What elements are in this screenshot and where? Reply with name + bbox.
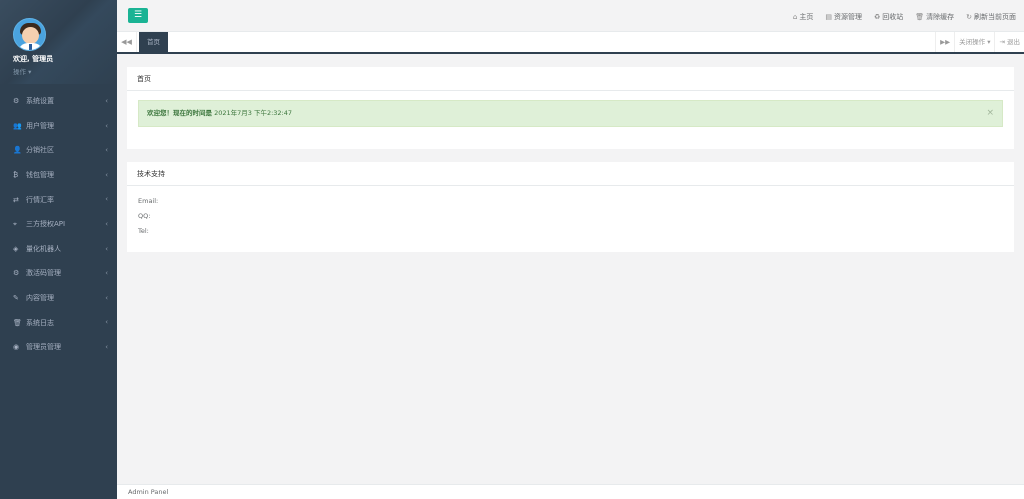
sidebar-item-api[interactable]: ⌖ 三方授权API ‹: [0, 212, 117, 237]
bitcoin-icon: ₿: [13, 171, 19, 180]
user-icon: 👤: [13, 146, 22, 155]
sidebar-item-label: 量化机器人: [26, 244, 61, 253]
chevron-left-icon: ‹: [105, 170, 108, 179]
diamond-icon: ◈: [13, 244, 19, 253]
support-email: Email:: [138, 197, 159, 205]
welcome-alert: 欢迎您！现在的时间是 2021年7月3 下午2:32:47 ×: [138, 100, 1003, 127]
top-link-label: 清除缓存: [926, 13, 955, 21]
chevron-left-icon: ‹: [105, 244, 108, 253]
support-info: Email: QQ: Tel:: [127, 186, 1014, 239]
sidebar-item-label: 激活码管理: [26, 269, 61, 278]
top-bar: ☰ ⌂ 主页 ▤ 资源管理 ♻ 回收站 🗑 清除缓存 ↻ 刷新当前页面: [117, 0, 1024, 32]
alert-time: 2021年7月3 下午2:32:47: [212, 109, 293, 117]
sidebar-item-label: 用户管理: [26, 121, 54, 130]
sidebar-item-exchange-rate[interactable]: ⇄ 行情汇率 ‹: [0, 187, 117, 212]
sidebar-item-label: 行情汇率: [26, 195, 54, 204]
top-link-recycle-bin[interactable]: ♻ 回收站: [874, 12, 903, 22]
logout-button[interactable]: ⇥ 退出: [994, 32, 1024, 52]
user-circle-icon: ◉: [13, 343, 20, 352]
top-links: ⌂ 主页 ▤ 资源管理 ♻ 回收站 🗑 清除缓存 ↻ 刷新当前页面: [793, 12, 1016, 22]
sidebar-item-admin[interactable]: ◉ 管理员管理 ‹: [0, 335, 117, 360]
sidebar-item-user-management[interactable]: 👥 用户管理 ‹: [0, 114, 117, 139]
tab-home[interactable]: 首页: [139, 32, 168, 52]
top-link-refresh[interactable]: ↻ 刷新当前页面: [966, 12, 1016, 22]
welcome-text: 欢迎, 管理员: [13, 55, 54, 63]
exchange-icon: ⇄: [13, 195, 19, 204]
sidebar-item-label: 内容管理: [26, 294, 54, 303]
chevron-left-icon: ‹: [105, 97, 108, 105]
alert-text: 欢迎您！现在的时间是: [147, 109, 212, 117]
gears-icon: ⚙: [13, 97, 20, 106]
tab-scroll-left-button[interactable]: ◀◀: [117, 32, 137, 52]
chevron-left-icon: ‹: [105, 269, 108, 278]
crosshair-icon: ⌖: [13, 219, 17, 228]
top-link-label: 主页: [799, 13, 814, 21]
sidebar-item-quant-robot[interactable]: ◈ 量化机器人 ‹: [0, 237, 117, 262]
sidebar-item-label: 管理员管理: [26, 343, 61, 352]
gear-icon: ⚙: [13, 269, 20, 278]
sidebar-item-system-settings[interactable]: ⚙ 系统设置 ‹: [0, 89, 117, 114]
profile-panel: 欢迎, 管理员 操作 ▾: [0, 0, 117, 84]
sidebar-item-content[interactable]: ✎ 内容管理 ‹: [0, 286, 117, 311]
trash-icon: 🗑: [915, 13, 925, 21]
trash-icon: 🗑: [13, 318, 22, 327]
top-link-clear-cache[interactable]: 🗑 清除缓存: [915, 12, 954, 22]
close-ops-dropdown[interactable]: 关闭操作 ▾: [954, 32, 994, 52]
home-icon: ⌂: [792, 13, 798, 21]
top-link-resources[interactable]: ▤ 资源管理: [825, 12, 862, 22]
panel-title: 首页: [127, 67, 1014, 91]
sidebar-item-label: 钱包管理: [26, 171, 54, 180]
edit-icon: ✎: [13, 294, 19, 303]
chevron-left-icon: ‹: [105, 146, 108, 155]
chevron-left-icon: ‹: [105, 318, 108, 327]
sidebar-nav: ⚙ 系统设置 ‹ 👥 用户管理 ‹ 👤 分销社区 ‹ ₿ 钱包管理 ‹ ⇄ 行情汇率 ‹ ⌖ 三方授权…: [0, 89, 117, 360]
top-link-label: 回收站: [882, 13, 904, 21]
sidebar-item-distribution[interactable]: 👤 分销社区 ‹: [0, 138, 117, 163]
panel-title: 技术支持: [127, 162, 1014, 186]
file-icon: ▤: [825, 13, 832, 21]
home-panel: 首页 欢迎您！现在的时间是 2021年7月3 下午2:32:47 ×: [127, 67, 1014, 149]
tabs-row: ◀◀ 首页 ▶▶ 关闭操作 ▾ ⇥ 退出: [117, 32, 1024, 54]
sidebar-item-label: 三方授权API: [26, 220, 66, 229]
avatar[interactable]: [13, 18, 46, 51]
sidebar-item-activation-code[interactable]: ⚙ 激活码管理 ‹: [0, 261, 117, 286]
menu-toggle-button[interactable]: ☰: [128, 8, 148, 23]
main-content: 首页 欢迎您！现在的时间是 2021年7月3 下午2:32:47 × 技术支持 …: [117, 54, 1024, 484]
support-panel: 技术支持 Email: QQ: Tel:: [127, 162, 1014, 252]
tab-right-controls: ▶▶ 关闭操作 ▾ ⇥ 退出: [935, 32, 1024, 52]
top-link-label: 刷新当前页面: [974, 13, 1016, 21]
tab-scroll-right-button[interactable]: ▶▶: [935, 32, 954, 52]
chevron-left-icon: ‹: [105, 219, 108, 228]
footer: Admin Panel: [117, 484, 1024, 499]
top-link-label: 资源管理: [833, 13, 862, 21]
chevron-left-icon: ‹: [105, 195, 108, 204]
support-tel: Tel:: [138, 227, 149, 235]
sidebar-item-label: 系统日志: [26, 318, 54, 327]
sidebar-item-label: 分销社区: [26, 146, 54, 155]
sidebar-item-system-log[interactable]: 🗑 系统日志 ‹: [0, 310, 117, 335]
profile-ops-dropdown[interactable]: 操作 ▾: [13, 66, 117, 76]
top-link-home[interactable]: ⌂ 主页: [793, 12, 813, 22]
sidebar: 欢迎, 管理员 操作 ▾ ⚙ 系统设置 ‹ 👥 用户管理 ‹ 👤 分销社区 ‹ ₿ 钱包管理 ‹…: [0, 0, 117, 499]
sidebar-item-wallet[interactable]: ₿ 钱包管理 ‹: [0, 163, 117, 188]
chevron-left-icon: ‹: [105, 342, 108, 351]
chevron-left-icon: ‹: [105, 293, 108, 302]
refresh-icon: ↻: [966, 13, 972, 21]
users-icon: 👥: [13, 121, 22, 130]
chevron-left-icon: ‹: [105, 121, 108, 130]
sidebar-item-label: 系统设置: [26, 97, 54, 106]
close-icon[interactable]: ×: [986, 101, 994, 126]
support-qq: QQ:: [138, 212, 151, 220]
recycle-icon: ♻: [873, 13, 881, 21]
